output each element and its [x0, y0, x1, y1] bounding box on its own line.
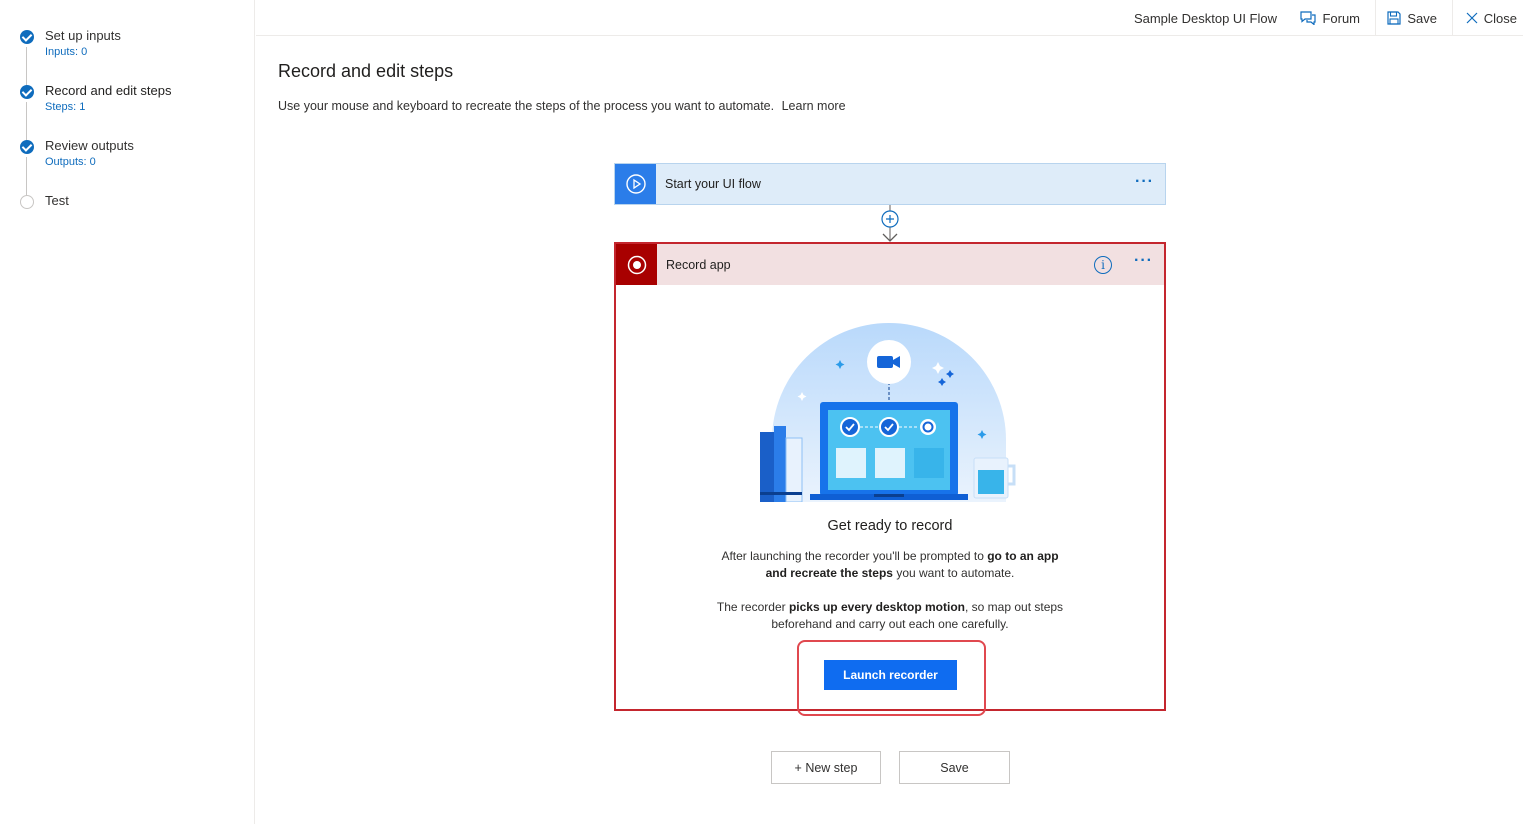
- forum-button[interactable]: Forum: [1300, 0, 1360, 36]
- new-step-button[interactable]: + New step: [771, 751, 881, 784]
- step-title: Record and edit steps: [45, 83, 172, 98]
- flow-name: Sample Desktop UI Flow: [1133, 11, 1277, 26]
- top-command-bar: Sample Desktop UI Flow Forum Save Close: [256, 0, 1523, 36]
- empty-circle-icon: [20, 195, 34, 209]
- record-icon-tile: [616, 244, 657, 285]
- toolbar-divider: [1375, 0, 1376, 36]
- check-circle-icon: [20, 85, 34, 99]
- step-title: Review outputs: [45, 138, 134, 153]
- page-description: Use your mouse and keyboard to recreate …: [278, 99, 846, 113]
- description-text: Use your mouse and keyboard to recreate …: [278, 99, 775, 113]
- step-subtitle: Steps: 1: [45, 101, 86, 113]
- trigger-icon-tile: [615, 164, 656, 204]
- info-icon[interactable]: i: [1094, 256, 1112, 274]
- step-connector-line: [26, 47, 27, 87]
- recorder-tip: The recorder picks up every desktop moti…: [716, 600, 1064, 631]
- trigger-card-title: Start your UI flow: [665, 177, 761, 191]
- toolbar-divider: [1452, 0, 1453, 36]
- close-icon: [1466, 12, 1478, 24]
- record-card-title: Record app: [666, 258, 731, 272]
- forum-label: Forum: [1322, 10, 1360, 26]
- play-circle-icon: [625, 174, 646, 194]
- save-button[interactable]: Save: [1387, 0, 1437, 36]
- learn-more-link[interactable]: Learn more: [782, 99, 846, 113]
- add-step-connector[interactable]: [878, 205, 902, 243]
- close-button[interactable]: Close: [1466, 0, 1517, 36]
- step-connector-line: [26, 157, 27, 197]
- start-ui-flow-card[interactable]: Start your UI flow ···: [614, 163, 1166, 205]
- launch-recorder-button[interactable]: Launch recorder: [824, 660, 957, 690]
- step-connector-line: [26, 102, 27, 142]
- step-subtitle: Inputs: 0: [45, 46, 88, 58]
- save-disk-icon: [1387, 11, 1401, 25]
- chat-bubbles-icon: [1300, 11, 1317, 25]
- record-icon: [627, 255, 646, 274]
- check-circle-icon: [20, 30, 34, 44]
- record-card-header[interactable]: Record app i ···: [616, 244, 1164, 285]
- steps-sidebar: Set up inputs Inputs: 0 Record and edit …: [0, 0, 255, 824]
- save-label: Save: [1407, 10, 1437, 26]
- page-title: Record and edit steps: [278, 61, 454, 81]
- ready-to-record-heading: Get ready to record: [827, 518, 953, 534]
- more-options-icon[interactable]: ···: [1135, 173, 1154, 191]
- step-subtitle: Outputs: 0: [45, 156, 96, 168]
- recorder-instructions: After launching the recorder you'll be p…: [721, 549, 1059, 580]
- step-title: Test: [45, 193, 69, 208]
- check-circle-icon: [20, 140, 34, 154]
- save-flow-button[interactable]: Save: [899, 751, 1010, 784]
- recorder-illustration: [760, 323, 1016, 502]
- step-title: Set up inputs: [45, 28, 121, 43]
- more-options-icon[interactable]: ···: [1134, 252, 1153, 270]
- close-label: Close: [1483, 10, 1517, 26]
